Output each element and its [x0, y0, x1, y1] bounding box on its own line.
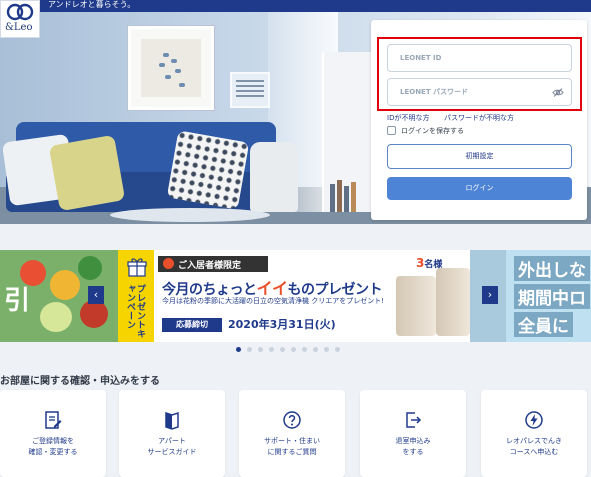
carousel-dot[interactable]: [258, 347, 263, 352]
carousel-dot[interactable]: [269, 347, 274, 352]
deadline-label: 応募締切: [162, 318, 222, 332]
logo-rings-icon: [6, 3, 34, 21]
forgot-id-link[interactable]: IDが不明な方: [387, 113, 429, 123]
initial-setup-button[interactable]: 初期設定: [387, 144, 572, 169]
logo-text: &Leo: [5, 22, 33, 33]
carousel-next-button[interactable]: ›: [482, 286, 498, 304]
next-slide-line-1: 外出しな: [514, 256, 590, 281]
deadline-date: 2020年3月31日(火): [228, 318, 336, 331]
air-purifier-image-2: [436, 268, 470, 336]
carousel-dot[interactable]: [280, 347, 285, 352]
carousel-slide-present-campaign[interactable]: プレゼントキャンペーン ご入居者様限定 今月のちょっとイイものプレゼント 今月は…: [118, 250, 470, 342]
bookshelf: [322, 52, 372, 212]
next-slide-line-2: 期間中ロ: [514, 284, 590, 309]
campaign-stripe: プレゼントキャンペーン: [118, 250, 154, 342]
remember-login-label: ログインを保存する: [401, 127, 464, 135]
carousel-dot[interactable]: [335, 347, 340, 352]
section-title: お部屋に関する確認・申込みをする: [0, 376, 160, 387]
forgot-password-link[interactable]: パスワードが不明な方: [444, 113, 514, 123]
previous-slide-text: 引: [4, 286, 31, 316]
campaign-stripe-text: プレゼントキャンペーン: [125, 284, 145, 338]
residents-only-badge: ご入居者様限定: [158, 256, 268, 272]
gift-icon: [127, 258, 147, 277]
carousel-dot[interactable]: [313, 347, 318, 352]
campaign-carousel: 引 プレゼントキャンペーン ご入居者様限定 今月のちょっとイイものプレゼント 今…: [0, 250, 591, 342]
carousel-dot[interactable]: [236, 347, 241, 352]
card-label: レオパレスでんき コースへ申込む: [506, 437, 562, 456]
carousel-pagination: [236, 347, 352, 353]
air-purifier-image: [396, 276, 436, 336]
card-support-questions[interactable]: サポート・住まい に関するご質問: [239, 390, 345, 477]
small-wall-frame: [230, 72, 270, 108]
residents-only-text: ご入居者様限定: [178, 261, 242, 271]
lightning-icon: [525, 411, 543, 429]
header-tagline: アンドレオと暮らそう。: [48, 0, 136, 9]
page: アンドレオと暮らそう。 &Leo IDが不明な方 パスワードが不明な方 ログイン…: [0, 0, 591, 477]
edit-document-icon: [45, 411, 62, 429]
card-registration-info[interactable]: ご登録情報を 確認・変更する: [0, 390, 106, 477]
carousel-dot[interactable]: [324, 347, 329, 352]
next-slide-line-3: 全員に: [514, 312, 573, 337]
checkbox-box[interactable]: [387, 126, 396, 135]
card-electricity-course[interactable]: レオパレスでんき コースへ申込む: [481, 390, 587, 477]
card-label: アパート サービスガイド: [147, 437, 197, 456]
login-button[interactable]: ログイン: [387, 177, 572, 200]
card-move-out-application[interactable]: 退室申込み をする: [360, 390, 466, 477]
carousel-dot[interactable]: [302, 347, 307, 352]
carousel-dot[interactable]: [291, 347, 296, 352]
carousel-prev-button[interactable]: ‹: [88, 286, 104, 304]
card-label: 退室申込み をする: [395, 437, 431, 456]
remember-login-checkbox[interactable]: ログインを保存する: [387, 125, 477, 136]
badge-dot: [163, 258, 174, 269]
card-label: サポート・住まい に関するご質問: [264, 437, 320, 456]
login-fields-highlight: [377, 37, 582, 111]
guide-book-icon: [165, 411, 179, 430]
exit-icon: [406, 412, 422, 428]
wall-art-frame: [128, 26, 214, 110]
card-apartment-guide[interactable]: アパート サービスガイド: [119, 390, 225, 477]
campaign-subtitle: 今月は花粉の季節に大活躍の日立の空気清浄機 クリエアをプレゼント!: [162, 297, 385, 305]
brand-logo[interactable]: &Leo: [0, 0, 40, 38]
question-icon: [283, 411, 301, 429]
card-label: ご登録情報を 確認・変更する: [28, 437, 78, 456]
carousel-dot[interactable]: [247, 347, 252, 352]
